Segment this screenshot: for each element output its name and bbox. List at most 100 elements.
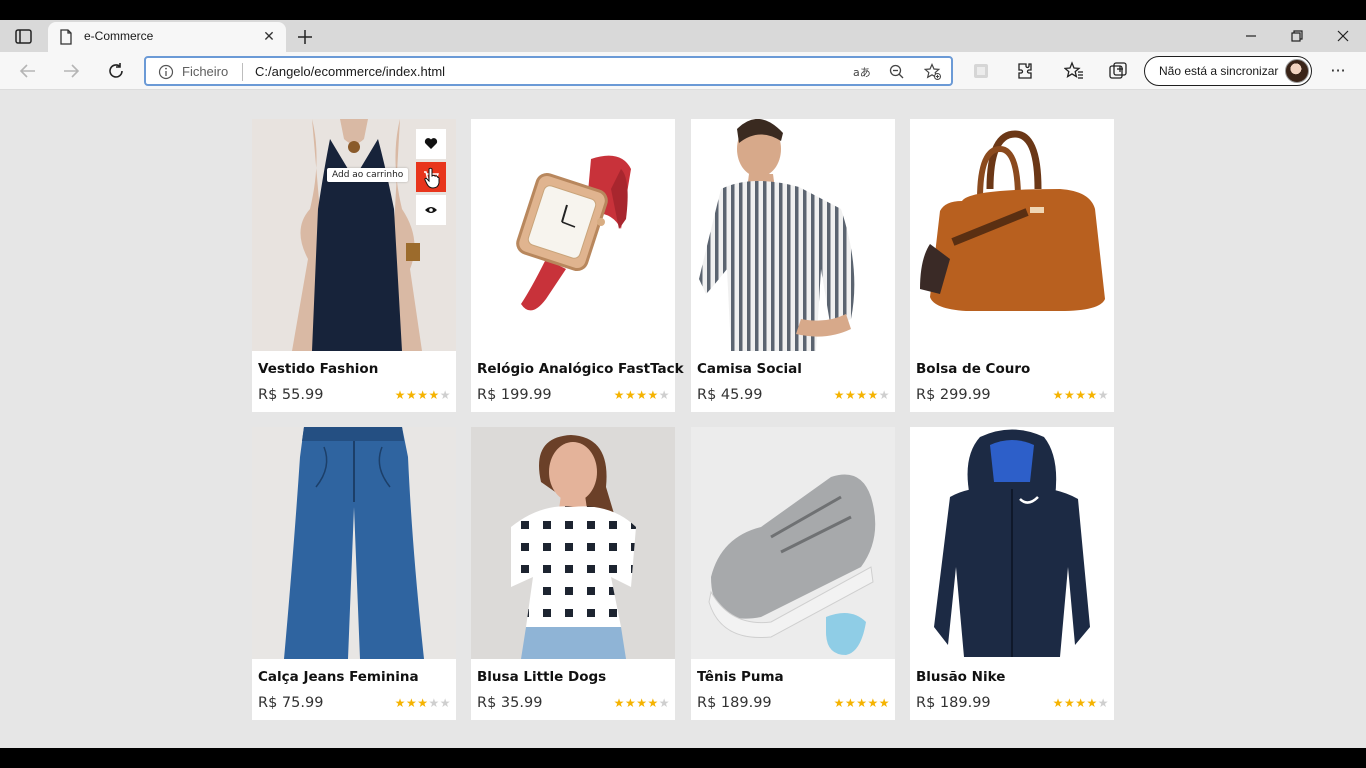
- star-icon: ★: [1097, 696, 1109, 710]
- back-icon[interactable]: [17, 60, 39, 82]
- eye-icon: [425, 207, 437, 213]
- star-icon: ★: [833, 388, 845, 402]
- product-name[interactable]: Blusa Little Dogs: [477, 669, 606, 685]
- product-card[interactable]: Tênis Puma R$ 189.99 ★★★★★: [691, 427, 895, 720]
- star-icon: ★: [833, 696, 845, 710]
- product-price: R$ 35.99: [477, 695, 543, 711]
- info-icon[interactable]: [158, 64, 174, 80]
- close-window-icon[interactable]: [1333, 26, 1353, 46]
- product-name[interactable]: Relógio Analógico FastTack: [477, 361, 684, 377]
- product-name[interactable]: Tênis Puma: [697, 669, 784, 685]
- zoom-out-icon[interactable]: [888, 63, 906, 81]
- product-name[interactable]: Camisa Social: [697, 361, 802, 377]
- product-name[interactable]: Bolsa de Couro: [916, 361, 1030, 377]
- product-rating: ★★★★★: [1053, 696, 1109, 710]
- star-icon: ★: [1097, 388, 1109, 402]
- heart-icon: [424, 138, 438, 149]
- product-rating: ★★★★★: [395, 388, 451, 402]
- star-icon: ★: [439, 696, 451, 710]
- star-icon: ★: [1052, 388, 1064, 402]
- browser-tab[interactable]: e-Commerce ✕: [48, 22, 286, 52]
- address-divider: [242, 63, 243, 81]
- star-icon: ★: [1086, 696, 1098, 710]
- star-icon: ★: [1063, 696, 1076, 710]
- sync-status-label: Não está a sincronizar: [1159, 64, 1279, 78]
- read-aloud-icon[interactable]: aあ: [852, 63, 870, 81]
- star-icon: ★: [394, 388, 406, 402]
- star-icon: ★: [428, 696, 440, 710]
- product-name[interactable]: Blusão Nike: [916, 669, 1005, 685]
- refresh-icon[interactable]: [105, 60, 127, 82]
- address-bar[interactable]: Ficheiro C:/angelo/ecommerce/index.html …: [144, 56, 953, 86]
- star-icon: ★: [417, 696, 429, 710]
- star-icon: ★: [647, 388, 659, 402]
- product-image-jeans[interactable]: [252, 427, 456, 659]
- restore-icon[interactable]: [1287, 26, 1307, 46]
- collections-icon[interactable]: [1108, 61, 1128, 81]
- add-favorite-icon[interactable]: [924, 63, 942, 81]
- url-text[interactable]: C:/angelo/ecommerce/index.html: [255, 64, 445, 79]
- quick-view-button[interactable]: [416, 195, 446, 225]
- new-tab-icon[interactable]: [294, 26, 316, 48]
- star-icon: ★: [405, 388, 418, 402]
- minimize-icon[interactable]: [1241, 26, 1261, 46]
- product-rating: ★★★★★: [834, 696, 890, 710]
- add-to-cart-tooltip: Add ao carrinho: [327, 168, 409, 182]
- star-icon: ★: [1075, 388, 1087, 402]
- product-rating: ★★★★★: [614, 696, 670, 710]
- star-icon: ★: [428, 388, 440, 402]
- product-card[interactable]: Bolsa de Couro R$ 299.99 ★★★★★: [910, 119, 1114, 412]
- product-image-blouse[interactable]: [471, 427, 675, 659]
- star-icon: ★: [1075, 696, 1087, 710]
- scheme-label: Ficheiro: [182, 64, 229, 79]
- screen-bottom-border: [0, 748, 1366, 768]
- more-options-icon[interactable]: ···: [1328, 61, 1348, 81]
- product-price: R$ 189.99: [697, 695, 772, 711]
- product-price: R$ 199.99: [477, 387, 552, 403]
- product-image-shirt[interactable]: [691, 119, 895, 351]
- product-image-hoodie[interactable]: [910, 427, 1114, 659]
- star-icon: ★: [613, 388, 625, 402]
- product-price: R$ 45.99: [697, 387, 763, 403]
- product-rating: ★★★★★: [395, 696, 451, 710]
- extensions-icon[interactable]: [1015, 61, 1035, 81]
- extension-placeholder-icon[interactable]: [971, 61, 991, 81]
- profile-sync-button[interactable]: Não está a sincronizar: [1144, 56, 1312, 86]
- tab-actions-icon[interactable]: [12, 27, 36, 47]
- wishlist-button[interactable]: [416, 129, 446, 159]
- product-rating: ★★★★★: [1053, 388, 1109, 402]
- star-icon: ★: [1052, 696, 1064, 710]
- star-icon: ★: [844, 388, 857, 402]
- tab-strip: e-Commerce ✕: [0, 20, 1366, 52]
- page-icon: [60, 29, 72, 45]
- product-rating: ★★★★★: [614, 388, 670, 402]
- product-card[interactable]: Blusa Little Dogs R$ 35.99 ★★★★★: [471, 427, 675, 720]
- star-icon: ★: [636, 388, 648, 402]
- product-image-sneaker[interactable]: [691, 427, 895, 659]
- product-rating: ★★★★★: [834, 388, 890, 402]
- product-image-watch[interactable]: [471, 119, 675, 351]
- star-icon: ★: [405, 696, 418, 710]
- hand-cursor-icon: [424, 167, 440, 189]
- forward-icon[interactable]: [60, 60, 82, 82]
- svg-text:aあ: aあ: [853, 66, 870, 79]
- product-price: R$ 189.99: [916, 695, 991, 711]
- product-card[interactable]: Relógio Analógico FastTack R$ 199.99 ★★★…: [471, 119, 684, 412]
- favorites-icon[interactable]: [1064, 61, 1084, 81]
- product-card[interactable]: Add ao carrinho Vestido Fashion R$ 55.99…: [252, 119, 456, 412]
- product-card[interactable]: Calça Jeans Feminina R$ 75.99 ★★★★★: [252, 427, 456, 720]
- page-content: Add ao carrinho Vestido Fashion R$ 55.99…: [0, 90, 1366, 748]
- product-name[interactable]: Vestido Fashion: [258, 361, 378, 377]
- star-icon: ★: [856, 388, 868, 402]
- product-price: R$ 55.99: [258, 387, 324, 403]
- product-card[interactable]: Camisa Social R$ 45.99 ★★★★★: [691, 119, 895, 412]
- star-icon: ★: [647, 696, 659, 710]
- star-icon: ★: [878, 388, 890, 402]
- tab-close-icon[interactable]: ✕: [261, 29, 277, 45]
- tab-title: e-Commerce: [84, 29, 154, 43]
- product-image-bag[interactable]: [910, 119, 1114, 351]
- product-price: R$ 75.99: [258, 695, 324, 711]
- product-name[interactable]: Calça Jeans Feminina: [258, 669, 419, 685]
- star-icon: ★: [624, 696, 637, 710]
- product-card[interactable]: Blusão Nike R$ 189.99 ★★★★★: [910, 427, 1114, 720]
